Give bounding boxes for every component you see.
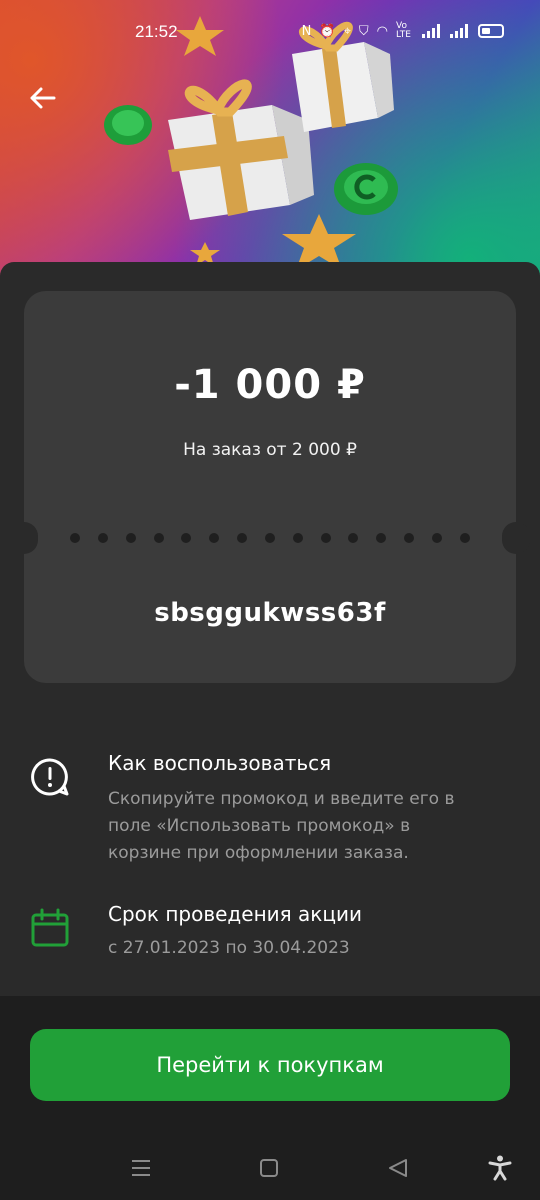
calendar-icon	[31, 908, 69, 947]
accessibility-icon	[488, 1155, 512, 1181]
perforation-dots	[70, 531, 470, 545]
signal-icon	[422, 24, 440, 38]
nfc-icon: N	[301, 23, 312, 39]
coupon-notch-right	[502, 522, 530, 554]
discount-amount: -1 000 ₽	[174, 362, 366, 408]
menu-icon	[132, 1160, 150, 1176]
how-to-text: Скопируйте промокод и введите его в поле…	[108, 789, 455, 863]
coin-decoration-icon	[334, 163, 398, 215]
wifi-icon: ◠	[376, 23, 388, 39]
status-icons: N ⏰ ⌖ ⛉ ◠ Vo LTE	[302, 22, 504, 40]
arrow-left-icon	[30, 87, 56, 109]
hero-banner: 21:52 N ⏰ ⌖ ⛉ ◠ Vo LTE	[0, 0, 540, 300]
nav-back-button[interactable]	[380, 1152, 416, 1184]
min-order-text: На заказ от 2 000 ₽	[183, 440, 357, 460]
volte-icon: Vo LTE	[396, 21, 411, 40]
promo-code[interactable]: sbsggukwss63f	[24, 598, 516, 628]
shield-app-icon: ⛉	[358, 23, 369, 39]
alarm-icon: ⏰	[319, 23, 336, 39]
back-triangle-icon	[389, 1159, 407, 1177]
go-shopping-button[interactable]: Перейти к покупкам	[30, 1029, 510, 1101]
how-to-title: Как воспользоваться	[108, 751, 332, 775]
signal-icon	[450, 24, 468, 38]
coin-decoration-icon	[104, 105, 152, 145]
back-button[interactable]	[22, 78, 62, 118]
coupon-notch-left	[10, 522, 38, 554]
nav-home-button[interactable]	[251, 1152, 287, 1184]
status-time: 21:52	[135, 22, 178, 41]
nav-accessibility-button[interactable]	[482, 1152, 518, 1184]
system-navbar	[0, 1140, 540, 1196]
period-text: с 27.01.2023 по 30.04.2023	[108, 938, 350, 958]
battery-icon	[478, 24, 504, 38]
coupon-card-top	[24, 291, 516, 527]
home-square-icon	[260, 1159, 278, 1177]
status-bar: 21:52 N ⏰ ⌖ ⛉ ◠ Vo LTE	[0, 18, 540, 50]
period-title: Срок проведения акции	[108, 902, 362, 926]
location-icon: ⌖	[343, 23, 351, 39]
nav-menu-button[interactable]	[123, 1152, 159, 1184]
chat-exclamation-icon	[31, 758, 69, 796]
